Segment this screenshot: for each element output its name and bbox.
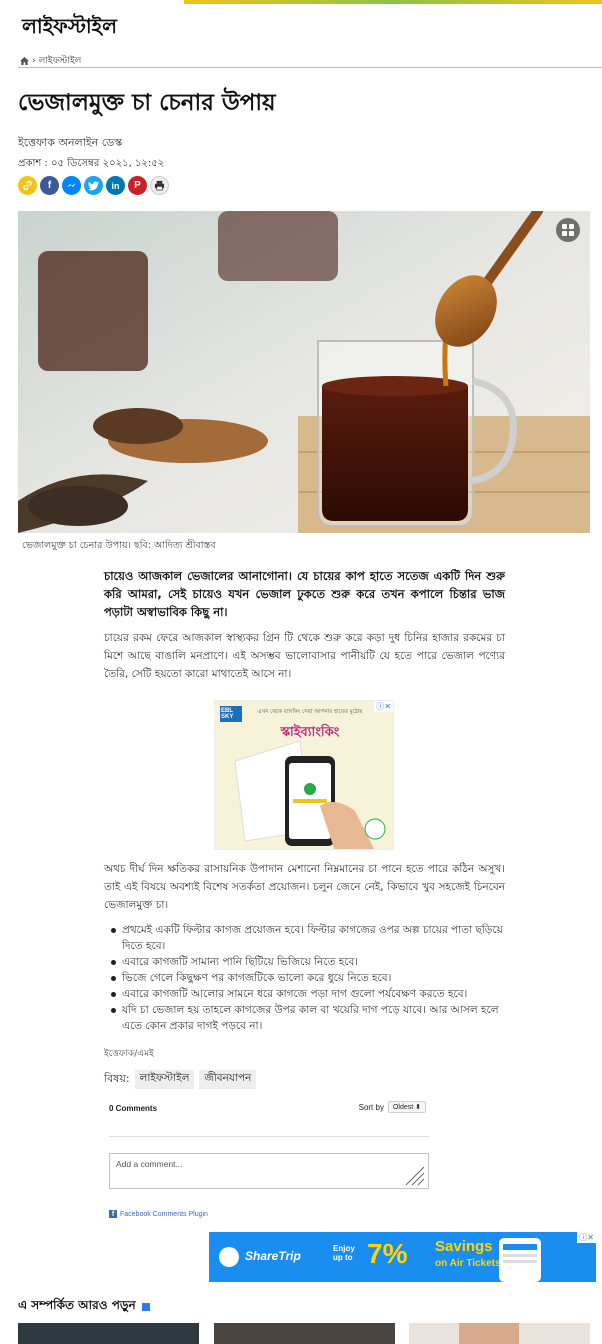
topic-tag[interactable]: লাইফস্টাইল [134, 1070, 195, 1089]
comment-divider [109, 1136, 429, 1137]
sort-label: Sort by [358, 1102, 384, 1112]
article-author[interactable]: ইত্তেফাক অনলাইন ডেস্ক [18, 134, 122, 153]
breadcrumb-current[interactable]: লাইফস্টাইল [39, 53, 82, 68]
home-icon[interactable] [20, 56, 29, 65]
resize-handle-icon[interactable] [404, 1165, 426, 1187]
middle-ad[interactable]: EBL SKY এখন থেকে ব্যাংকিং সেবা আপনার হাত… [214, 700, 394, 850]
ad-percent: 7% [367, 1238, 408, 1269]
ad-tagline: এখন থেকে ব্যাংকিং সেবা আপনার হাতের মুঠোয… [257, 709, 363, 715]
header-divider [18, 67, 602, 68]
comment-sort: Sort by Oldest ⬍ [359, 1101, 426, 1113]
topic-tag[interactable]: জীবনযাপন [199, 1070, 257, 1089]
article-lead: চায়েও আজকাল ভেজালের আনাগোনা। যে চায়ের … [104, 569, 505, 619]
facebook-comments: 0 Comments Sort by Oldest ⬍ Add a commen… [104, 1098, 434, 1223]
article-paragraph: চায়ের রকম ফেরে আজকাল স্বাস্থ্যকর গ্রিন … [104, 632, 505, 680]
copy-link-icon[interactable] [18, 176, 37, 195]
article-paragraph: অথচ দীর্ঘ দিন ক্ষতিকর রাসায়নিক উপাদান ম… [104, 863, 505, 911]
ad-brand: EBL SKY [221, 708, 234, 720]
related-thumbnail[interactable] [409, 1323, 590, 1344]
twitter-icon[interactable] [84, 176, 103, 195]
messenger-icon[interactable] [62, 176, 81, 195]
steps-list: প্রথমেই একটি ফিল্টার কাগজ প্রয়োজন হবে। … [104, 922, 504, 1034]
tea-photo [18, 211, 590, 533]
breadcrumb-separator: › [32, 55, 36, 66]
hero-image[interactable] [18, 211, 590, 533]
list-item: যদি চা ভেজাল হয় তাহলে কাগজের উপর কাল বা… [104, 1002, 504, 1034]
breadcrumb: › লাইফস্টাইল [20, 53, 81, 68]
top-ad-strip[interactable] [184, 0, 602, 4]
related-thumbnail[interactable] [214, 1323, 395, 1344]
section-title[interactable]: লাইফস্টাইল [22, 12, 117, 45]
list-item: প্রথমেই একটি ফিল্টার কাগজ প্রয়োজন হবে। … [104, 922, 504, 954]
adchoices-icon[interactable]: ⓘ✕ [374, 701, 393, 712]
facebook-icon: f [109, 1210, 117, 1218]
list-item: এবারে কাগজটি আলোর সামনে ধরে কাগজে পড়া দ… [104, 986, 504, 1002]
sort-select[interactable]: Oldest ⬍ [387, 1101, 426, 1113]
topics: বিষয়: লাইফস্টাইল জীবনযাপন [104, 1070, 257, 1089]
print-icon[interactable] [150, 176, 169, 195]
article-signature: ইত্তেফাক/এমই [104, 1049, 154, 1059]
share-buttons: f in P [18, 176, 169, 195]
gallery-icon[interactable] [556, 218, 580, 242]
ad-line2: on Air Tickets [435, 1258, 501, 1269]
bottom-ad[interactable]: ShareTrip Enjoy up to 7% Savings on Air … [209, 1232, 596, 1282]
adchoices-icon[interactable]: ⓘ✕ [577, 1232, 596, 1243]
list-item: ভিজে গেলে কিছুক্ষণ পর কাগজটিকে ভালো করে … [104, 970, 504, 986]
linkedin-icon[interactable]: in [106, 176, 125, 195]
accent-square [141, 1303, 150, 1311]
ad-brand: ShareTrip [245, 1249, 301, 1263]
related-title: এ সম্পর্কিত আরও পড়ুন [18, 1297, 150, 1317]
facebook-icon[interactable]: f [40, 176, 59, 195]
topics-label: বিষয়: [104, 1072, 130, 1085]
related-thumbnail[interactable] [18, 1323, 199, 1344]
facebook-plugin-link[interactable]: f Facebook Comments Plugin [109, 1210, 208, 1218]
ad-headline: স্কাইব্যাংকিং [280, 725, 340, 740]
comment-input[interactable]: Add a comment... [109, 1153, 429, 1189]
ad-line1: Savings [435, 1238, 493, 1255]
list-item: এবারে কাগজটি সামান্য পানি ছিটিয়ে ভিজিয়… [104, 954, 504, 970]
ad-prefix: Enjoy up to [333, 1244, 355, 1262]
pinterest-icon[interactable]: P [128, 176, 147, 195]
comment-count: 0 Comments [109, 1104, 158, 1113]
publish-date: প্রকাশ : ০৫ ডিসেম্বর ২০২১, ১২:৫২ [18, 158, 165, 169]
article-headline: ভেজালমুক্ত চা চেনার উপায় [18, 89, 276, 116]
image-caption: ভেজালমুক্ত চা চেনার উপায়। ছবি: আদিত্য শ… [22, 540, 216, 551]
